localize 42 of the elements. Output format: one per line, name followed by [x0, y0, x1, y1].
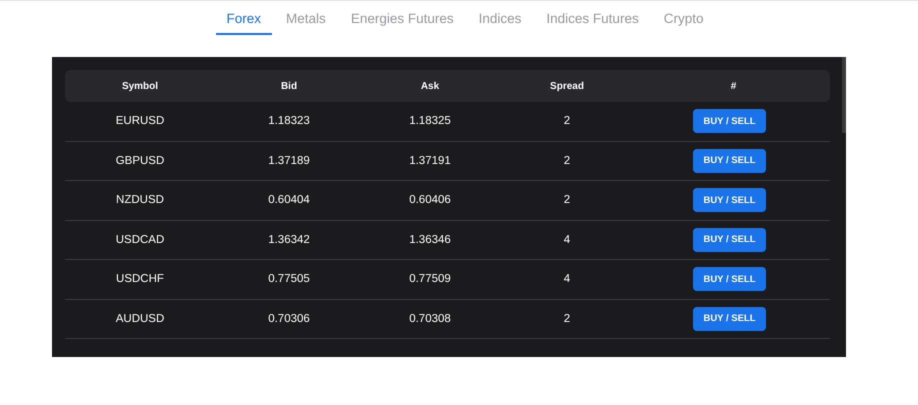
column-header: Bid: [280, 80, 298, 92]
bid-cell-text: 0.60404: [267, 194, 311, 206]
ask-cell-text: 0.70308: [408, 312, 452, 325]
ask-cell-text: 0.60406: [408, 194, 452, 206]
ask-cell-text: 0.77509: [408, 273, 452, 286]
bid-cell-text: 0.77505: [267, 273, 311, 286]
buy-sell-button[interactable]: BUY / SELL: [693, 148, 766, 173]
spread-cell-text: 2: [562, 154, 572, 167]
spread-cell-text: 2: [562, 115, 572, 128]
column-header: #: [730, 80, 738, 92]
spread-cell-text: 4: [562, 273, 572, 286]
symbol-cell-text: EURUSD: [114, 115, 166, 128]
buy-sell-button[interactable]: BUY / SELL: [693, 109, 766, 134]
tab[interactable]: Indices Futures: [535, 1, 650, 35]
symbol-cell-text: NZDUSD: [115, 194, 165, 206]
bid-cell-text: 1.18323: [267, 115, 311, 128]
ask-cell-text: 1.36346: [408, 234, 452, 246]
symbol-cell-text: GBPUSD: [114, 154, 166, 167]
bid-cell-text: 0.70306: [267, 312, 311, 325]
buy-sell-button[interactable]: BUY / SELL: [693, 228, 766, 252]
ask-cell-text: 1.18325: [408, 115, 452, 128]
symbol-cell-text: AUDUSD: [114, 312, 166, 325]
column-header: Ask: [420, 80, 440, 92]
column-header: Symbol: [120, 80, 160, 92]
buy-sell-button[interactable]: BUY / SELL: [693, 267, 766, 292]
tab[interactable]: Energies Futures: [340, 1, 465, 35]
buy-sell-button[interactable]: BUY / SELL: [693, 188, 766, 212]
spread-cell-text: 2: [562, 312, 572, 325]
buy-sell-button[interactable]: BUY / SELL: [693, 306, 766, 331]
bid-cell-text: 1.36342: [267, 234, 311, 246]
spread-cell-text: 4: [562, 234, 572, 246]
scrollbar-thumb[interactable]: [842, 57, 846, 133]
ask-cell-text: 1.37191: [408, 154, 452, 167]
column-header: Spread: [549, 80, 585, 92]
tab[interactable]: Indices: [468, 1, 532, 35]
symbol-cell-text: USDCHF: [115, 273, 165, 286]
symbol-cell-text: USDCAD: [114, 234, 166, 246]
tab[interactable]: Crypto: [652, 1, 714, 35]
tab[interactable]: Forex: [216, 1, 272, 35]
spread-cell-text: 2: [562, 194, 572, 206]
tab[interactable]: Metals: [275, 1, 337, 35]
bid-cell-text: 1.37189: [267, 154, 311, 167]
